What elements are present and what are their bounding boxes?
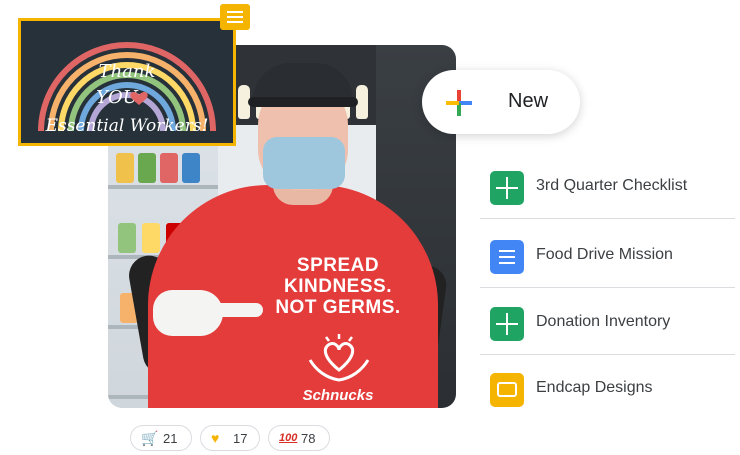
brand-logo: Schnucks <box>302 387 374 404</box>
reaction-cart[interactable]: 🛒 21 <box>130 425 192 451</box>
face-mask <box>263 137 345 189</box>
file-name: 3rd Quarter Checklist <box>536 177 688 194</box>
shirt-slogan: SPREAD KINDNESS. NOT GERMS. <box>275 255 401 318</box>
divider <box>480 218 735 219</box>
hundred-points-icon: 100 <box>279 432 298 444</box>
divider <box>480 287 735 288</box>
file-item-food-drive-mission[interactable]: Food Drive Mission <box>480 224 735 288</box>
divider <box>480 354 735 355</box>
thank-you-sign-image[interactable]: Thank YOU Essential Workers! <box>18 18 236 146</box>
file-name: Endcap Designs <box>536 379 653 396</box>
sheets-icon <box>490 307 524 341</box>
reaction-count: 21 <box>163 431 178 446</box>
rainbow-drawing: Thank YOU Essential Workers! <box>38 42 216 136</box>
comment-icon[interactable] <box>220 4 250 30</box>
new-button-label: New <box>508 90 549 112</box>
shopping-cart-icon: 🛒 <box>141 430 159 446</box>
sign-text-essential: Essential Workers! <box>45 116 209 136</box>
sheets-icon <box>490 171 524 205</box>
slides-icon <box>490 373 524 407</box>
heart-hands-icon <box>308 334 370 382</box>
yellow-heart-icon: ♥ <box>211 430 220 446</box>
file-item-endcap-designs[interactable]: Endcap Designs <box>480 357 735 421</box>
reaction-hundred[interactable]: 100 78 <box>268 425 330 451</box>
reaction-heart[interactable]: ♥ 17 <box>200 425 260 451</box>
file-name: Donation Inventory <box>536 313 671 330</box>
file-item-3rd-quarter-checklist[interactable]: 3rd Quarter Checklist <box>480 155 735 219</box>
reaction-count: 78 <box>301 431 316 446</box>
plus-icon <box>446 90 472 116</box>
new-button[interactable]: New <box>422 70 580 134</box>
file-name: Food Drive Mission <box>536 246 673 263</box>
sign-text-thank: Thank <box>99 61 156 82</box>
docs-icon <box>490 240 524 274</box>
reaction-count: 17 <box>233 431 248 446</box>
file-item-donation-inventory[interactable]: Donation Inventory <box>480 291 735 355</box>
